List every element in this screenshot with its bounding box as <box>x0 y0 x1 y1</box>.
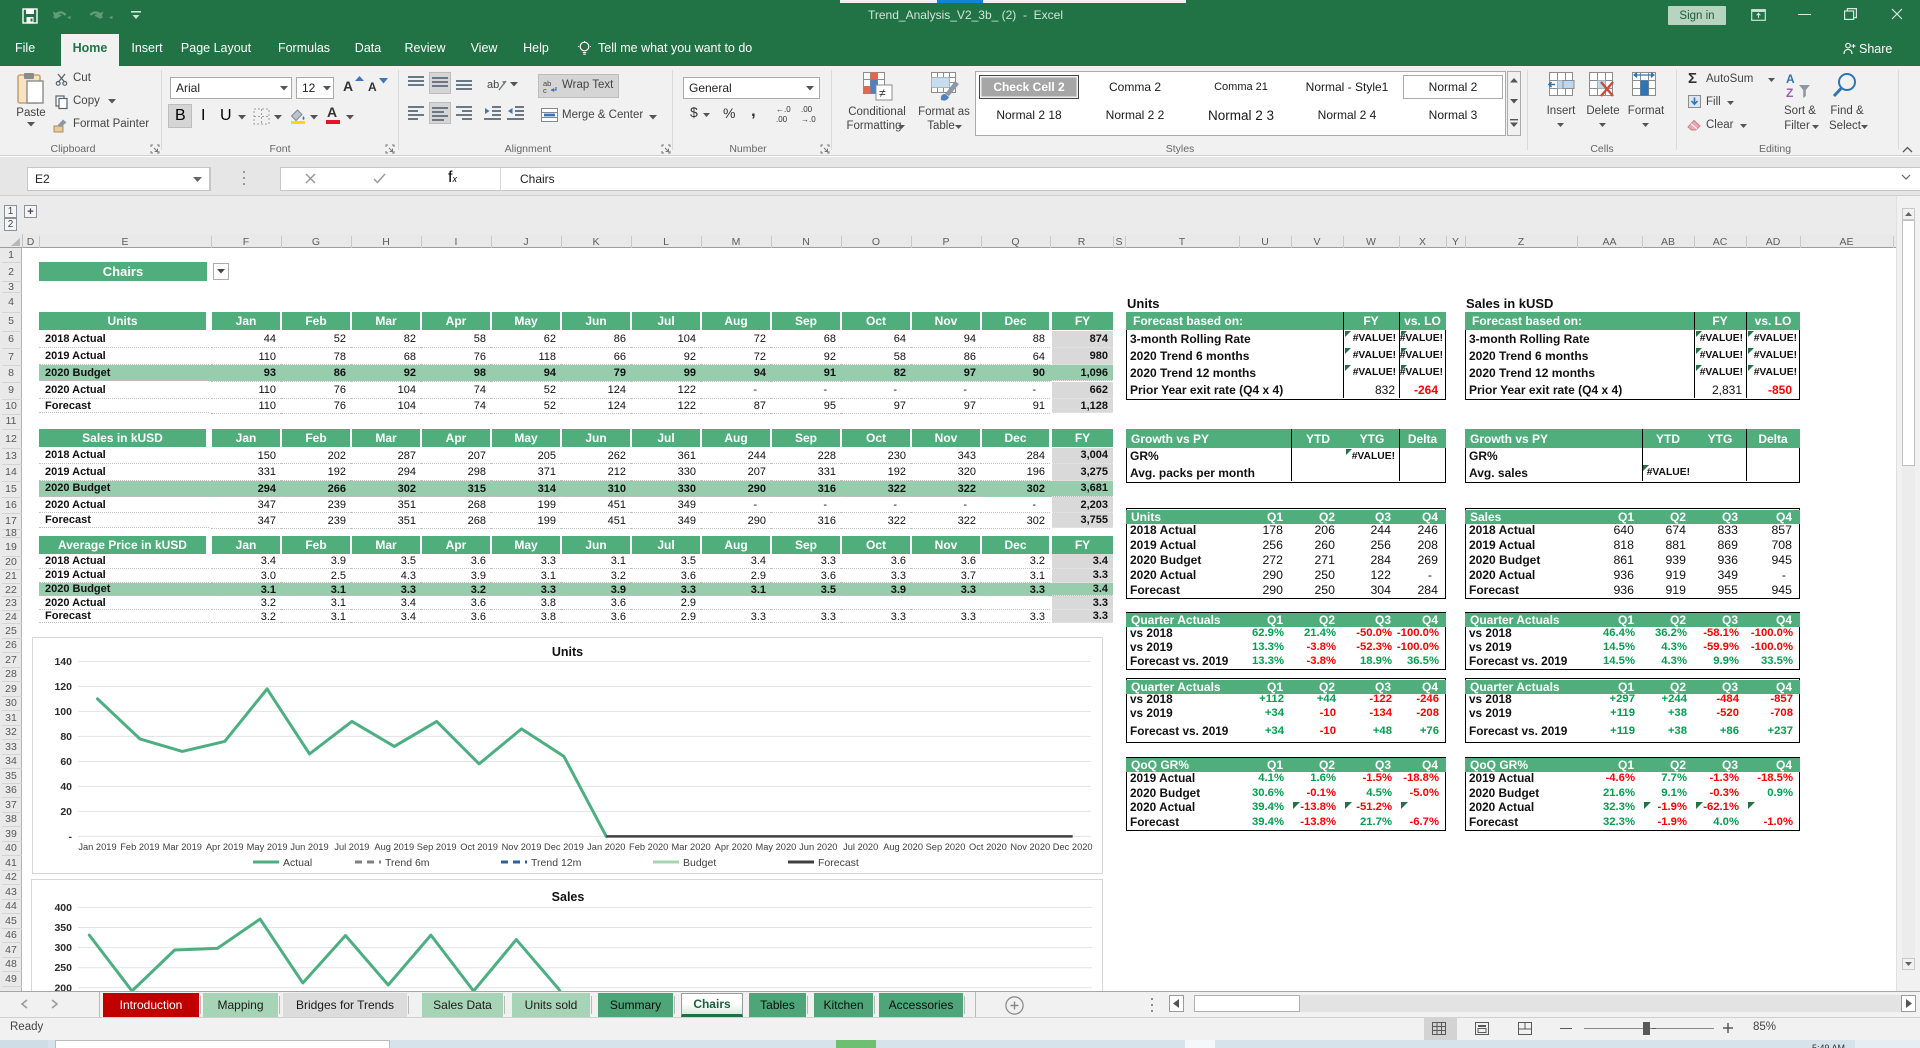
svg-text:350: 350 <box>54 922 72 934</box>
svg-text:≠: ≠ <box>879 86 886 100</box>
svg-text:300: 300 <box>54 942 72 954</box>
svg-text:80: 80 <box>60 731 72 743</box>
svg-text:100: 100 <box>54 706 72 718</box>
svg-text:Forecast: Forecast <box>818 857 859 869</box>
svg-text:Jul 2020: Jul 2020 <box>843 842 878 852</box>
svg-text:60: 60 <box>60 756 72 768</box>
svg-text:Feb 2020: Feb 2020 <box>629 842 668 852</box>
svg-text:Dec 2019: Dec 2019 <box>544 842 584 852</box>
svg-text:250: 250 <box>54 962 72 974</box>
svg-text:Feb 2019: Feb 2019 <box>120 842 159 852</box>
svg-text:Nov 2019: Nov 2019 <box>502 842 542 852</box>
svg-text:c: c <box>543 86 547 95</box>
svg-text:ab: ab <box>487 79 499 91</box>
svg-text:Budget: Budget <box>683 857 716 869</box>
svg-text:Aug 2019: Aug 2019 <box>374 842 414 852</box>
svg-text:400: 400 <box>54 902 72 914</box>
svg-text:200: 200 <box>54 982 72 991</box>
svg-text:Jul 2019: Jul 2019 <box>334 842 369 852</box>
svg-text:120: 120 <box>54 681 72 693</box>
svg-text:Dec 2020: Dec 2020 <box>1053 842 1093 852</box>
svg-text:Trend 12m: Trend 12m <box>531 857 582 869</box>
svg-text:Z: Z <box>1786 86 1793 100</box>
svg-text:May 2019: May 2019 <box>247 842 288 852</box>
svg-text:Apr 2020: Apr 2020 <box>715 842 753 852</box>
svg-text:Nov 2020: Nov 2020 <box>1010 842 1050 852</box>
svg-text:Oct 2019: Oct 2019 <box>460 842 498 852</box>
svg-text:Apr 2019: Apr 2019 <box>206 842 244 852</box>
svg-text:Sep 2020: Sep 2020 <box>926 842 966 852</box>
svg-text:A: A <box>1786 72 1795 86</box>
svg-text:Mar 2020: Mar 2020 <box>671 842 710 852</box>
svg-text:Sep 2019: Sep 2019 <box>417 842 457 852</box>
svg-text:140: 140 <box>54 656 72 668</box>
svg-text:Jun 2019: Jun 2019 <box>290 842 328 852</box>
svg-text:Oct 2020: Oct 2020 <box>969 842 1007 852</box>
svg-text:Aug 2020: Aug 2020 <box>883 842 923 852</box>
svg-text:Jan 2019: Jan 2019 <box>78 842 116 852</box>
svg-text:Jan 2020: Jan 2020 <box>587 842 625 852</box>
svg-text:40: 40 <box>60 781 72 793</box>
svg-text:Actual: Actual <box>283 857 312 869</box>
svg-text:May 2020: May 2020 <box>755 842 796 852</box>
svg-text:Mar 2019: Mar 2019 <box>163 842 202 852</box>
svg-text:Trend 6m: Trend 6m <box>385 857 430 869</box>
svg-text:20: 20 <box>60 806 72 818</box>
svg-text:Jun 2020: Jun 2020 <box>799 842 837 852</box>
